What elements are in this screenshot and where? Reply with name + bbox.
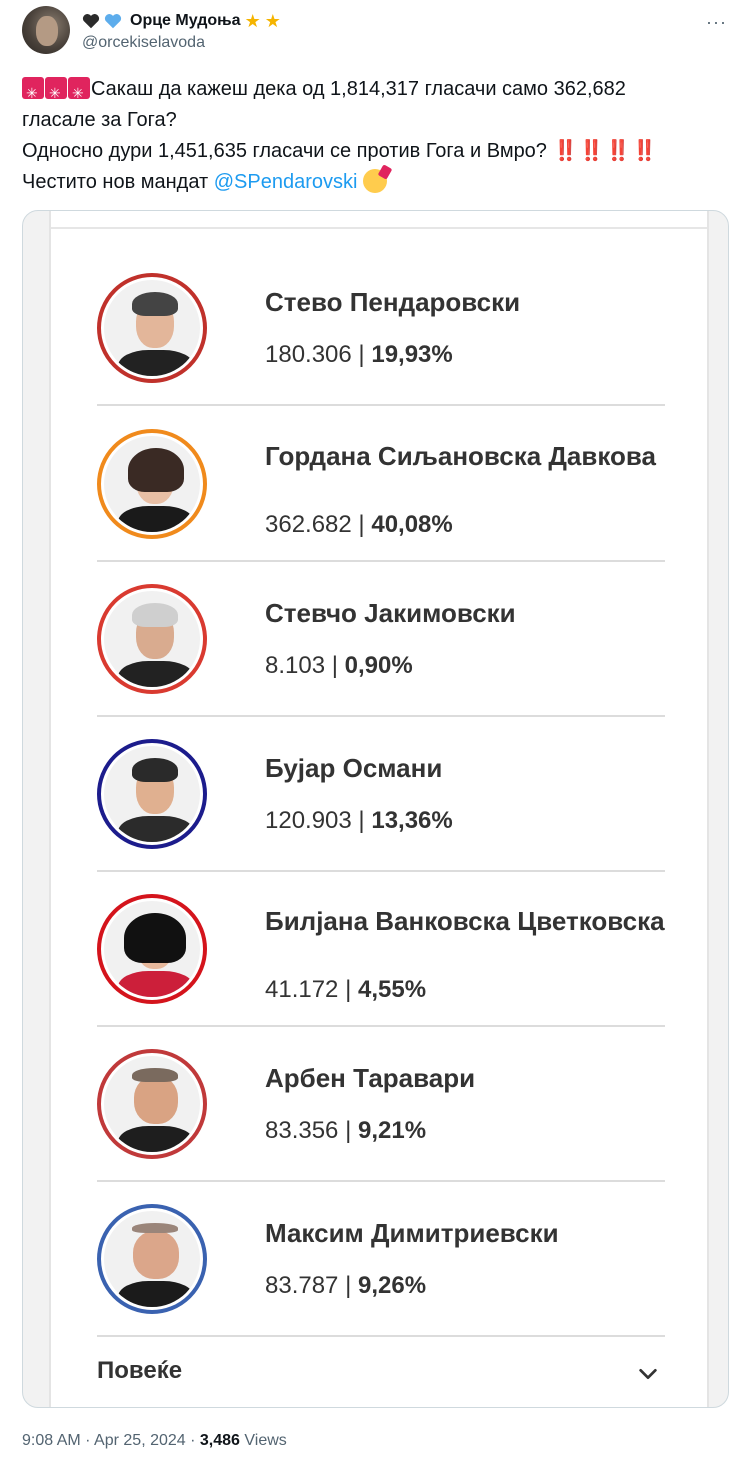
tweet-text-line2: гласале за Гога? [22,109,177,131]
candidate-portrait [97,1204,207,1314]
tweet-header: Орце Мудоња ★ ★ @orcekiselavoda ··· [22,6,727,58]
candidate-name: Стевчо Јакимовски [265,598,516,628]
row-divider [97,404,665,406]
star-icon: ★ [264,11,281,31]
vote-count: 120.903 [265,807,352,834]
candidate-name: Максим Димитриевски [265,1218,559,1248]
vote-percent: 40,08% [371,511,453,538]
party-face-icon [363,169,388,193]
more-options-icon[interactable]: ··· [706,12,727,33]
candidate-row: Арбен Таравари 83.356 | 9,21% [97,1027,665,1182]
tweet-time[interactable]: 9:08 AM [22,1432,81,1449]
vote-count: 83.787 [265,1272,339,1299]
candidate-portrait [97,739,207,849]
views-count: 3,486 [199,1432,240,1449]
blue-heart-icon [104,13,122,29]
tweet-date[interactable]: Apr 25, 2024 [94,1432,186,1449]
author-name-row[interactable]: Орце Мудоња ★ ★ [82,12,281,30]
show-more-label[interactable]: Повеќе [97,1357,182,1385]
candidate-name: Гордана Сиљановска Давкова [265,441,657,471]
tweet-line-4: Честито нов мандат @SPendarovski [22,167,727,198]
candidate-votes: 362.682 | 40,08% [265,511,453,538]
candidate-row: Бујар Османи 120.903 | 13,36% [97,717,665,872]
vote-count: 8.103 [265,652,326,679]
double-exclamation-icons: ‼️ ‼️ ‼️ ‼️ [552,140,657,162]
siren-icon [45,77,67,109]
candidate-portrait [97,894,207,1004]
star-icon: ★ [244,11,261,31]
vote-percent: 19,93% [371,341,453,368]
tweet-line-1: Сакаш да кажеш дека од 1,814,317 гласачи… [22,74,727,109]
candidate-portrait [97,273,207,383]
meta-separator: · [85,1432,91,1449]
candidate-votes: 83.787 | 9,26% [265,1272,427,1299]
tweet-meta: 9:08 AM · Apr 25, 2024 · 3,486 Views [22,1432,287,1450]
tweet-media-image[interactable]: Стево Пендаровски 180.306 | 19,93% Горда… [22,210,729,1408]
siren-icon [68,77,90,109]
tweet-text: Сакаш да кажеш дека од 1,814,317 гласачи… [22,74,727,198]
author-display-name[interactable]: Орце Мудоња [130,12,241,30]
vote-count: 83.356 [265,1117,339,1144]
candidate-name: Стево Пендаровски [265,287,521,317]
black-heart-icon [82,13,100,29]
candidate-row: Билјана Ванковска Цветковска 41.172 | 4,… [97,872,665,1027]
vote-count: 362.682 [265,511,352,538]
tweet-line-3: Односно дури 1,451,635 гласачи се против… [22,136,727,167]
vote-percent: 13,36% [371,807,453,834]
siren-icon [22,77,44,109]
candidate-votes: 41.172 | 4,55% [265,976,427,1003]
mention-link[interactable]: @SPendarovski [214,171,358,193]
candidate-name: Билјана Ванковска Цветковска [265,906,665,936]
candidate-votes: 8.103 | 0,90% [265,652,413,679]
show-more-row[interactable]: Повеќе [97,1339,665,1407]
candidate-votes: 83.356 | 9,21% [265,1117,427,1144]
candidate-row: Максим Димитриевски 83.787 | 9,26% [97,1182,665,1337]
chevron-down-icon[interactable] [637,1363,659,1385]
vote-percent: 9,26% [357,1272,427,1299]
candidate-portrait [97,1049,207,1159]
candidate-portrait [97,584,207,694]
results-panel: Стево Пендаровски 180.306 | 19,93% Горда… [49,211,709,1407]
candidate-row: Стевчо Јакимовски 8.103 | 0,90% [97,562,665,717]
tweet-text-line4: Честито нов мандат [22,171,209,193]
author-avatar[interactable] [22,6,70,54]
candidate-portrait [97,429,207,539]
candidate-votes: 180.306 | 19,93% [265,341,453,368]
vote-percent: 4,55% [357,976,427,1003]
vote-count: 180.306 [265,341,352,368]
meta-separator: · [190,1432,196,1449]
views-label: Views [244,1432,287,1449]
panel-divider [51,227,707,229]
row-divider [97,1335,665,1337]
candidate-votes: 120.903 | 13,36% [265,807,453,834]
author-handle[interactable]: @orcekiselavoda [82,34,205,52]
candidate-row: Гордана Сиљановска Давкова 362.682 | 40,… [97,407,665,562]
tweet-text-line1: Сакаш да кажеш дека од 1,814,317 гласачи… [91,78,626,100]
vote-percent: 9,21% [357,1117,427,1144]
candidate-name: Арбен Таравари [265,1063,476,1093]
candidate-row: Стево Пендаровски 180.306 | 19,93% [97,251,665,406]
vote-percent: 0,90% [344,652,413,679]
vote-count: 41.172 [265,976,339,1003]
tweet-text-line3: Односно дури 1,451,635 гласачи се против… [22,140,547,162]
candidate-name: Бујар Османи [265,753,443,783]
